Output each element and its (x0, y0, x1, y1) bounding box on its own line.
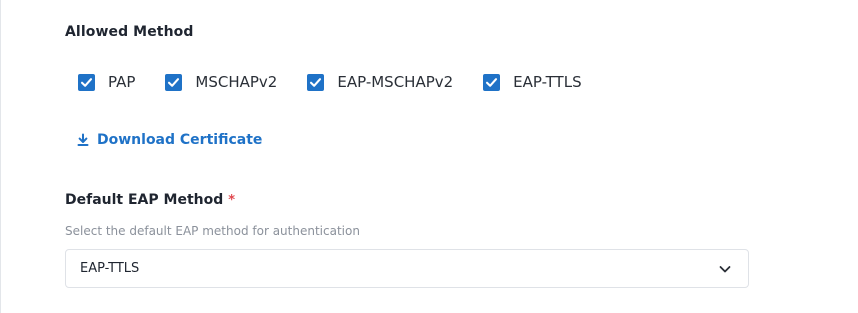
check-icon (168, 77, 180, 87)
check-icon (310, 77, 322, 87)
method-label-pap: PAP (108, 73, 136, 91)
required-asterisk: * (228, 192, 236, 208)
default-eap-method-label: Default EAP Method * (65, 192, 235, 208)
chevron-down-icon (719, 265, 731, 272)
download-certificate-link[interactable]: Download Certificate (76, 132, 262, 148)
check-icon (80, 77, 93, 87)
check-icon (486, 77, 498, 87)
checkbox-pap[interactable] (78, 73, 95, 91)
method-option-eap-ttls[interactable]: EAP-TTLS (483, 73, 582, 91)
allowed-method-options: PAP MSCHAPv2 EAP-MSCHAPv2 EAP-TTLS (78, 71, 612, 93)
checkbox-eap-ttls[interactable] (483, 73, 501, 91)
default-eap-method-help: Select the default EAP method for authen… (65, 224, 360, 238)
download-certificate-label: Download Certificate (97, 132, 263, 148)
method-option-pap[interactable]: PAP (78, 73, 135, 91)
selected-eap-method: EAP-TTLS (80, 261, 140, 276)
method-label-eap-mschapv2: EAP-MSCHAPv2 (337, 73, 454, 91)
default-eap-method-text: Default EAP Method (65, 192, 224, 208)
method-label-eap-ttls: EAP-TTLS (513, 73, 582, 91)
download-icon (77, 133, 89, 146)
method-label-mschapv2: MSCHAPv2 (195, 73, 278, 91)
default-eap-method-select[interactable]: EAP-TTLS (65, 249, 749, 288)
method-option-mschapv2[interactable]: MSCHAPv2 (165, 73, 277, 91)
settings-panel: Allowed Method PAP MSCHAPv2 EAP-MSCHAPv2… (0, 0, 858, 313)
checkbox-eap-mschapv2[interactable] (307, 73, 325, 91)
method-option-eap-mschapv2[interactable]: EAP-MSCHAPv2 (307, 73, 453, 91)
allowed-method-heading: Allowed Method (65, 24, 194, 40)
checkbox-mschapv2[interactable] (165, 73, 183, 91)
